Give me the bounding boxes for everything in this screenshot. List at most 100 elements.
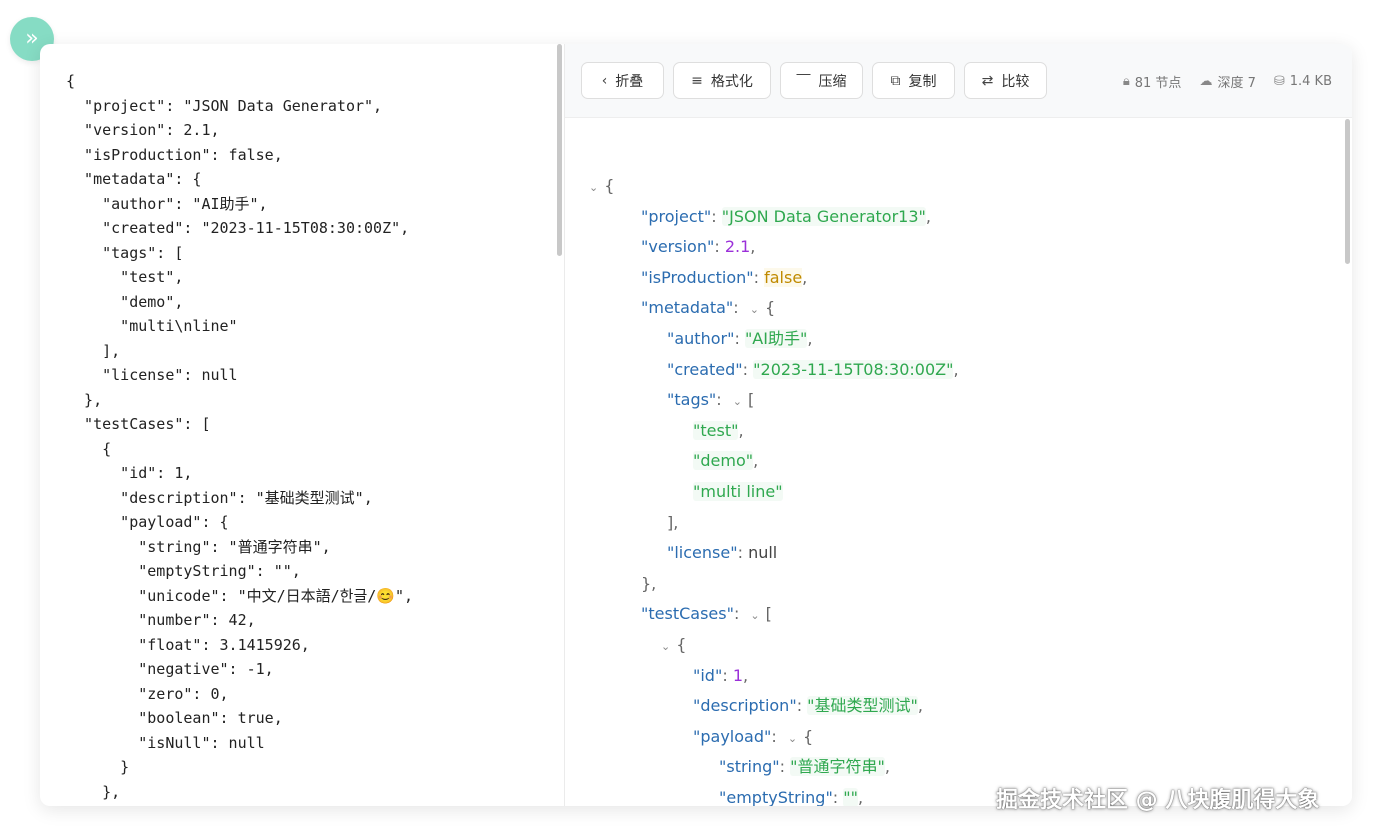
json-key: "project" [641, 206, 712, 226]
opening-bracket: [ [765, 604, 772, 624]
opening-bracket: { [803, 726, 814, 746]
node-count-text: 81 节点 [1134, 76, 1182, 91]
tree-line: "emptyString": "", [719, 783, 863, 806]
watermark: 掘金技术社区 @ 八块腹肌得大象 [996, 788, 1320, 813]
tree-line[interactable]: "metadata": ⌄{ [641, 293, 775, 323]
size-text: 1.4 KB [1289, 74, 1332, 89]
tree-line[interactable]: "testCases": ⌄ [ [641, 599, 772, 629]
colon: : [714, 237, 725, 257]
colon: : [832, 788, 844, 806]
compress-button-label: 压缩 [818, 73, 847, 90]
left-scrollbar[interactable] [557, 44, 562, 256]
json-value: "AI助手" [744, 329, 808, 348]
json-key: "id" [693, 665, 723, 685]
depth-text: 深度 7 [1217, 76, 1256, 91]
raw-json-text[interactable]: { "project": "JSON Data Generator", "ver… [66, 69, 413, 804]
tree-line[interactable]: "payload": ⌄ { [693, 722, 813, 752]
comma: , [743, 665, 749, 685]
opening-bracket: { [764, 298, 776, 318]
json-viewer-card: { "project": "JSON Data Generator", "ver… [40, 44, 1352, 806]
comma: , [807, 329, 813, 348]
collapse-button[interactable]: ‹ 折叠 [581, 62, 664, 99]
cloud-icon: ☁︎ [1199, 74, 1213, 89]
size-stat: ⛁ 1.4 KB [1274, 72, 1332, 91]
colon: : [716, 390, 727, 410]
tree-line: "created": "2023-11-15T08:30:00Z", [667, 355, 959, 385]
colon: : [742, 359, 754, 379]
chevron-down-icon[interactable]: ⌄ [589, 173, 598, 203]
json-value: "基础类型测试" [807, 696, 918, 716]
depth-stat: ☁︎ 深度 7 [1199, 72, 1255, 91]
json-tree-pane: ‹ 折叠 ≡ 格式化 ⎺ 压缩 ⧉ 复制 ⇄ 比较 🔒︎ 81 节点 ☁︎ 深度… [565, 44, 1352, 806]
opening-bracket: [ [748, 390, 755, 410]
comma: , [925, 206, 931, 226]
json-key: "testCases" [641, 604, 734, 624]
chevron-down-icon[interactable]: ⌄ [750, 295, 759, 325]
opening-bracket: { [604, 176, 615, 195]
compare-button[interactable]: ⇄ 比较 [964, 62, 1047, 99]
database-icon: ⛁ [1273, 74, 1285, 89]
json-value: null [748, 543, 778, 563]
json-key: "created" [667, 359, 743, 379]
collapse-button-label: 折叠 [615, 73, 644, 90]
tree-line: "project": "JSON Data Generator13", [641, 202, 931, 232]
right-scrollbar[interactable] [1345, 119, 1350, 264]
format-button[interactable]: ≡ 格式化 [673, 62, 771, 99]
json-key: "isProduction" [641, 267, 754, 287]
tree-line: "id": 1, [693, 661, 748, 691]
double-chevron-right-icon: » [25, 26, 39, 51]
compress-button[interactable]: ⎺ 压缩 [780, 62, 863, 99]
lock-icon: 🔒︎ [1122, 74, 1130, 89]
comma: , [917, 696, 923, 716]
colon: : [779, 757, 791, 777]
compare-button-label: 比较 [1001, 73, 1030, 90]
opening-bracket: { [676, 635, 687, 654]
json-value: "multi line" [693, 482, 783, 501]
colon: : [722, 665, 733, 685]
chevron-down-icon[interactable]: ⌄ [733, 387, 742, 417]
copy-button[interactable]: ⧉ 复制 [872, 62, 955, 99]
chevron-left-icon: ‹ [601, 72, 608, 89]
json-value: false [764, 267, 803, 287]
closing-bracket: ], [667, 512, 679, 532]
raw-json-editor[interactable]: { "project": "JSON Data Generator", "ver… [40, 44, 564, 806]
tree-line: "demo", [693, 446, 758, 476]
chevron-down-icon[interactable]: ⌄ [788, 724, 797, 754]
json-key: "author" [667, 329, 735, 348]
colon: : [737, 543, 749, 563]
json-value: "test" [693, 420, 739, 440]
tree-line: "author": "AI助手", [667, 324, 812, 354]
node-count-stat: 🔒︎ 81 节点 [1123, 72, 1182, 91]
comma: , [953, 359, 959, 379]
chevron-down-icon[interactable]: ⌄ [661, 632, 670, 662]
tree-line[interactable]: "tags": ⌄ [ [667, 385, 754, 415]
tree-line: ], [667, 508, 678, 538]
json-key: "string" [719, 757, 780, 777]
json-value: 2.1 [724, 237, 751, 257]
comma: , [753, 451, 759, 471]
format-lines-icon: ≡ [691, 72, 703, 89]
tree-line[interactable]: ⌄{ [661, 630, 687, 660]
json-key: "emptyString" [719, 788, 833, 806]
tree-line: "test", [693, 416, 744, 446]
chevron-down-icon[interactable]: ⌄ [750, 601, 759, 631]
json-stats: 🔒︎ 81 节点 ☁︎ 深度 7 ⛁ 1.4 KB [1123, 72, 1332, 91]
colon: : [771, 726, 782, 746]
format-button-label: 格式化 [710, 73, 753, 90]
tree-line: "multi line" [693, 477, 783, 507]
colon: : [733, 298, 744, 318]
tree-line: "version": 2.1, [641, 232, 755, 262]
json-key: "tags" [667, 390, 717, 410]
compare-icon: ⇄ [981, 72, 994, 89]
colon: : [753, 267, 765, 287]
colon: : [711, 206, 722, 226]
json-value: "JSON Data Generator13" [721, 206, 926, 226]
json-value: "2023-11-15T08:30:00Z" [753, 359, 954, 379]
comma: , [750, 237, 756, 257]
json-value: "普通字符串" [790, 757, 885, 777]
colon: : [733, 604, 745, 624]
colon: : [734, 329, 745, 348]
copy-button-label: 复制 [908, 73, 937, 90]
comma: , [802, 267, 808, 287]
json-key: "metadata" [641, 298, 734, 318]
